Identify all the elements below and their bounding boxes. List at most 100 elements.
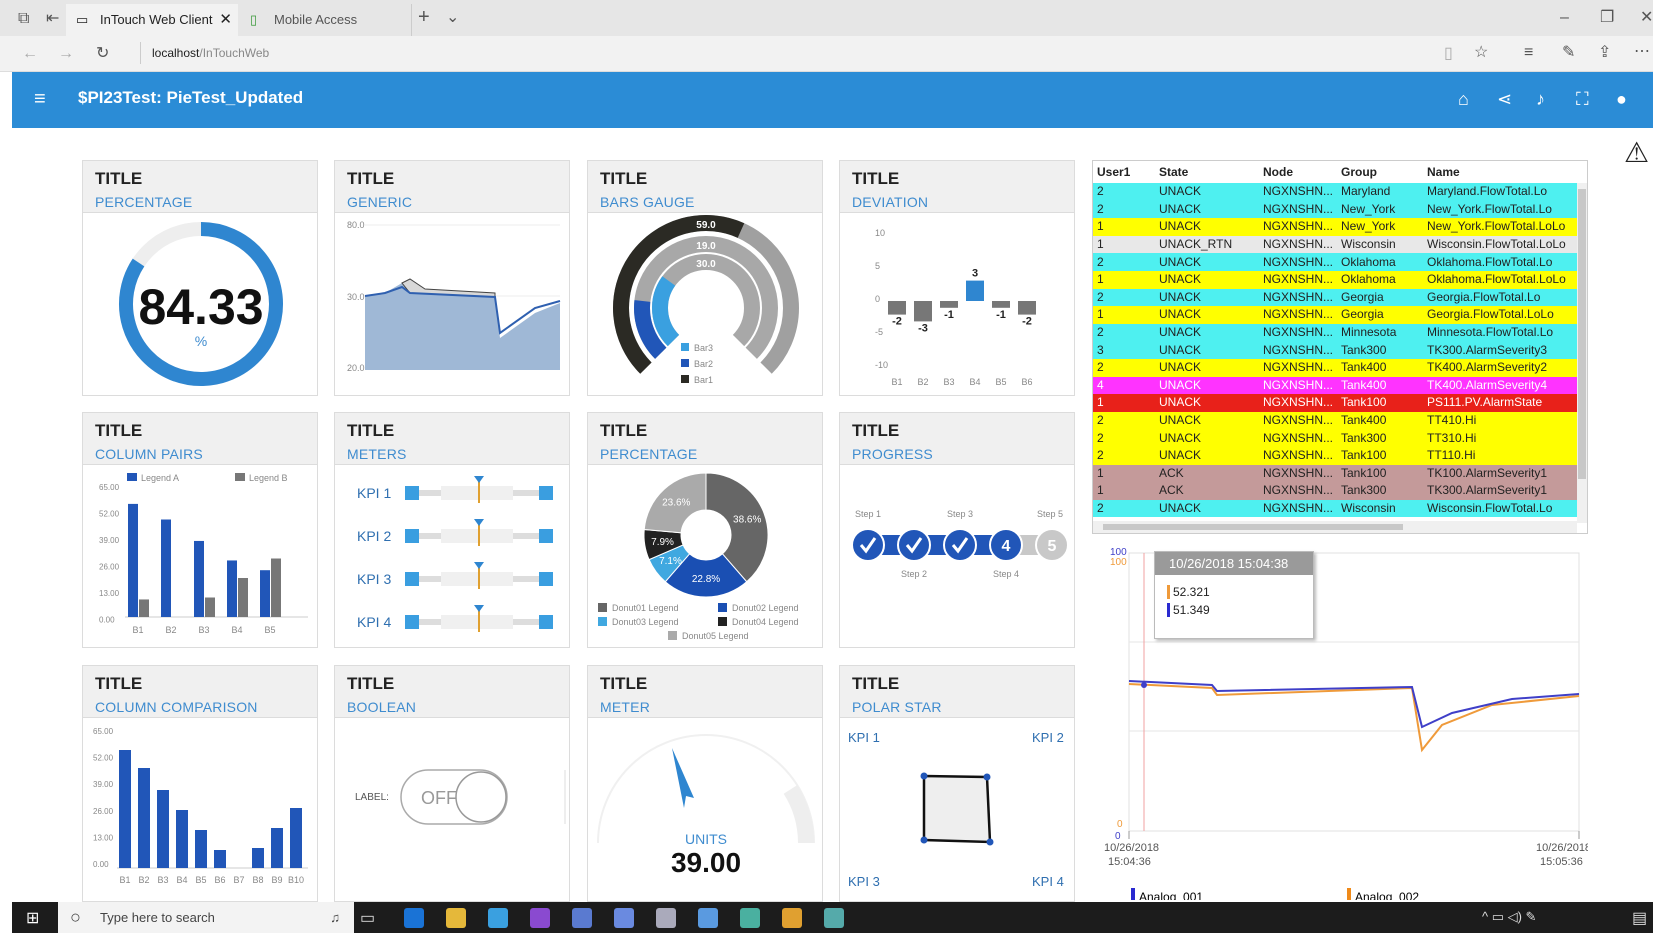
- alarm-row[interactable]: 1 UNACK NGXNSHN... Georgia Georgia.FlowTotal…: [1093, 306, 1577, 324]
- new-tab-icon[interactable]: +: [418, 7, 430, 27]
- alarm-header-row: User1 State Node Group Name: [1093, 161, 1577, 183]
- meter-value: 39.00: [671, 847, 741, 878]
- tab-intouch[interactable]: ▭ InTouch Web Client ✕: [66, 4, 238, 36]
- widget-card[interactable]: TITLE DEVIATION 10 5 0 -5 -10 -2 B1 -3 B2 -1 B3 3 B4 -1…: [839, 160, 1075, 396]
- widget-card[interactable]: TITLE GENERIC 80.0 30.0 20.0: [334, 160, 570, 396]
- meter-pointer: [474, 519, 484, 526]
- alarm-row[interactable]: 1 ACK NGXNSHN... Tank100 TK100.AlarmSeverity…: [1093, 464, 1577, 483]
- widget-card[interactable]: TITLE BOOLEAN LABEL: OFF: [334, 665, 570, 902]
- app-taskbar-icon[interactable]: [614, 908, 634, 928]
- favorite-star-icon[interactable]: ☆: [1474, 43, 1488, 63]
- column-header[interactable]: Node: [1259, 161, 1337, 183]
- alarm-row[interactable]: 2 UNACK NGXNSHN... Tank400 TK400.AlarmSeveri…: [1093, 358, 1577, 377]
- widget-card[interactable]: TITLE BARS GAUGE 59.0 19.0 30.0 Bar3 Bar2 Bar1: [587, 160, 823, 396]
- set-tabs-aside-icon[interactable]: ⇤: [46, 9, 59, 29]
- close-window-icon[interactable]: ✕: [1640, 8, 1653, 28]
- widget-card[interactable]: TITLE COLUMN PAIRS Legend A Legend B 65.00 52…: [82, 412, 318, 648]
- app-taskbar-icon[interactable]: [488, 908, 508, 928]
- windows-start-icon[interactable]: ⊞: [26, 908, 39, 928]
- alarm-row[interactable]: 1 UNACK NGXNSHN... New_York New_York.FlowTot…: [1093, 218, 1577, 236]
- step-circle: [851, 528, 885, 562]
- widget-card[interactable]: TITLE COLUMN COMPARISON 65.00 52.00 39.00 26.…: [82, 665, 318, 902]
- alarm-row[interactable]: 3 UNACK NGXNSHN... Tank300 TK300.AlarmSeveri…: [1093, 341, 1577, 359]
- column-header[interactable]: User1: [1093, 161, 1155, 183]
- pen-icon[interactable]: ✎: [1562, 43, 1575, 63]
- alarm-row[interactable]: 2 UNACK NGXNSHN... Tank100 TT110.Hi: [1093, 446, 1577, 465]
- alarm-row[interactable]: 2 UNACK NGXNSHN... Oklahoma Oklahoma.FlowTot…: [1093, 253, 1577, 271]
- user-icon[interactable]: ●: [1616, 89, 1627, 109]
- alarm-row[interactable]: 4 UNACK NGXNSHN... Tank400 TK400.AlarmSeveri…: [1093, 376, 1577, 395]
- share-icon[interactable]: ⇪: [1598, 43, 1611, 63]
- fullscreen-icon[interactable]: ⛶: [1576, 89, 1589, 109]
- hamburger-menu-icon[interactable]: ≡: [34, 89, 46, 109]
- scroll-thumb[interactable]: [1103, 524, 1403, 530]
- app-taskbar-icon[interactable]: [572, 908, 592, 928]
- forward-icon[interactable]: →: [58, 44, 74, 64]
- chevron-down-icon[interactable]: ⌄: [446, 8, 459, 28]
- more-icon[interactable]: ⋯: [1634, 42, 1650, 62]
- restore-icon[interactable]: ❐: [1600, 8, 1614, 28]
- alarm-row[interactable]: 1 ACK NGXNSHN... Tank300 TK300.AlarmSeverity…: [1093, 482, 1577, 500]
- alarm-cell: UNACK_RTN: [1159, 237, 1233, 252]
- edge-taskbar-icon[interactable]: [404, 908, 424, 928]
- slice-label: 7.9%: [651, 537, 674, 548]
- hub-icon[interactable]: ≡: [1524, 43, 1533, 63]
- notifications-icon[interactable]: ▤: [1632, 908, 1647, 928]
- warning-icon[interactable]: ⚠: [1624, 136, 1649, 169]
- alarm-row[interactable]: 2 UNACK NGXNSHN... Maryland Maryland.FlowTot…: [1093, 183, 1577, 201]
- app-taskbar-icon[interactable]: [740, 908, 760, 928]
- card-subtitle: BARS GAUGE: [600, 194, 695, 210]
- alarm-row[interactable]: 1 UNACK NGXNSHN... Oklahoma Oklahoma.FlowTot…: [1093, 270, 1577, 289]
- alarm-row[interactable]: 1 UNACK NGXNSHN... Tank100 PS111.PV.AlarmSta…: [1093, 394, 1577, 412]
- share-icon[interactable]: ⋖: [1497, 89, 1512, 109]
- task-view-icon[interactable]: ▭: [360, 908, 375, 928]
- tab-mobile-access[interactable]: ▯ Mobile Access: [240, 4, 412, 36]
- url-field[interactable]: localhost/InTouchWeb: [152, 46, 269, 60]
- card-title: TITLE: [95, 421, 143, 440]
- step-number: 4: [1002, 538, 1011, 555]
- taskbar-search[interactable]: ○ Type here to search ♫: [58, 902, 354, 933]
- column-header[interactable]: Group: [1337, 161, 1423, 183]
- minimize-icon[interactable]: –: [1560, 8, 1569, 28]
- vertical-scrollbar[interactable]: [1577, 183, 1587, 523]
- data-label: -2: [892, 316, 902, 328]
- alarm-cell: New_York.FlowTotal.Lo: [1427, 201, 1552, 216]
- column-header[interactable]: State: [1155, 161, 1259, 183]
- tab-preview-icon[interactable]: ⧉: [18, 9, 29, 29]
- alarm-row[interactable]: 2 UNACK NGXNSHN... Minnesota Minnesota.FlowT…: [1093, 323, 1577, 342]
- alarm-cell: 1: [1097, 272, 1104, 287]
- app-taskbar-icon[interactable]: [656, 908, 676, 928]
- widget-card[interactable]: TITLE METER UNITS 39.00: [587, 665, 823, 902]
- scroll-thumb[interactable]: [1578, 189, 1586, 479]
- reading-view-icon[interactable]: ▯: [1444, 44, 1453, 64]
- alarm-row[interactable]: 1 UNACK_RTN NGXNSHN... Wisconsin Wisconsin.F…: [1093, 235, 1577, 254]
- bar-label: 19.0: [696, 241, 716, 252]
- widget-card[interactable]: TITLE POLAR STAR KPI 1 KPI 2 KPI 3 KPI 4: [839, 665, 1075, 902]
- app-taskbar-icon[interactable]: [698, 908, 718, 928]
- microphone-icon[interactable]: ♫: [330, 902, 340, 933]
- column-header[interactable]: Name: [1423, 161, 1577, 183]
- alarm-row[interactable]: 2 UNACK NGXNSHN... Georgia Georgia.FlowTotal…: [1093, 288, 1577, 307]
- back-icon[interactable]: ←: [22, 44, 38, 64]
- file-explorer-taskbar-icon[interactable]: [446, 908, 466, 928]
- app-taskbar-icon[interactable]: [824, 908, 844, 928]
- alarm-row[interactable]: 2 UNACK NGXNSHN... Wisconsin Wisconsin.FlowT…: [1093, 499, 1577, 518]
- refresh-icon[interactable]: ↻: [96, 44, 109, 64]
- app-taskbar-icon[interactable]: [782, 908, 802, 928]
- alarm-grid[interactable]: User1 State Node Group Name 2 UNACK NGXNSHN...…: [1092, 160, 1588, 534]
- widget-card[interactable]: TITLE METERS KPI 1 KPI 2 KPI 3 KPI 4: [334, 412, 570, 648]
- widget-card[interactable]: TITLE PERCENTAGE 84.33%: [82, 160, 318, 396]
- close-tab-icon[interactable]: ✕: [219, 4, 232, 36]
- app-taskbar-icon[interactable]: [530, 908, 550, 928]
- home-icon[interactable]: ⌂: [1458, 89, 1469, 109]
- alarm-row[interactable]: 2 UNACK NGXNSHN... Tank400 TT410.Hi: [1093, 411, 1577, 430]
- system-tray-icons[interactable]: ^ ▭ ◁) ✎: [1482, 909, 1536, 925]
- alarm-row[interactable]: 2 UNACK NGXNSHN... Tank300 TT310.Hi: [1093, 429, 1577, 447]
- alarm-row[interactable]: 2 UNACK NGXNSHN... New_York New_York.FlowTot…: [1093, 200, 1577, 219]
- widget-card[interactable]: TITLE PROGRESS 4 5 Step 1 Step 3 Step 5 Step 2 S…: [839, 412, 1075, 648]
- trend-chart[interactable]: 100 100 0 0 10/26/2018 15:04:36 10/26/20…: [1092, 545, 1591, 904]
- y-tick: 10: [875, 228, 885, 238]
- widget-card[interactable]: TITLE PERCENTAGE 38.6% 22.8% 7.1% 7.9% 23.6% Do…: [587, 412, 823, 648]
- horizontal-scrollbar[interactable]: [1093, 521, 1577, 533]
- bell-icon[interactable]: ♪: [1536, 89, 1545, 109]
